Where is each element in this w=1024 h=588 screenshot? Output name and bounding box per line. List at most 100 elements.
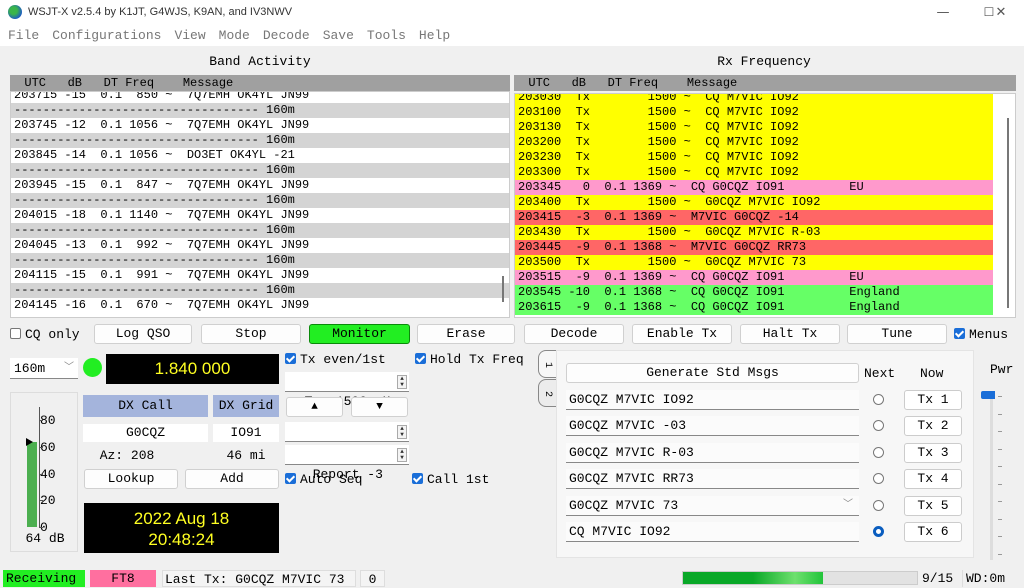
band-separator-row[interactable]: ---------------------------------- 160m bbox=[11, 283, 509, 298]
rx-frequency-row[interactable]: 203445 -9 0.1 1368 ~ M7VIC G0CQZ RR73 bbox=[515, 240, 993, 255]
tab-1[interactable]: 1 bbox=[538, 350, 556, 378]
rx-frequency-scrollbar[interactable] bbox=[1007, 118, 1009, 308]
tx6-now-button[interactable]: Tx 6 bbox=[904, 522, 962, 542]
band-select[interactable]: 160m ﹀ bbox=[10, 358, 78, 379]
rx-frequency-row[interactable]: 203230 Tx 1500 ~ CQ M7VIC IO92 bbox=[515, 150, 993, 165]
tx5-message-combobox[interactable]: G0CQZ M7VIC 73 ﹀ bbox=[566, 496, 859, 516]
band-activity-row[interactable]: 203945 -15 0.1 847 ~ 7Q7EMH OK4YL JN99 bbox=[11, 178, 509, 193]
tune-button[interactable]: Tune bbox=[847, 324, 947, 344]
meter-tick-mark bbox=[39, 500, 43, 502]
call-1st-checkbox[interactable]: Call 1st bbox=[412, 472, 489, 487]
rx-frequency-row[interactable]: 203430 Tx 1500 ~ G0CQZ M7VIC R-03 bbox=[515, 225, 993, 240]
dx-grid-input[interactable]: IO91 bbox=[213, 424, 279, 442]
spin-arrows-icon[interactable]: ▲ ▼ bbox=[397, 425, 407, 439]
tx3-message-input[interactable]: G0CQZ M7VIC R-03 bbox=[566, 443, 859, 463]
band-separator-row[interactable]: ---------------------------------- 160m bbox=[11, 163, 509, 178]
lookup-button[interactable]: Lookup bbox=[84, 469, 178, 489]
rx-frequency-row[interactable]: 203130 Tx 1500 ~ CQ M7VIC IO92 bbox=[515, 120, 993, 135]
band-activity-row[interactable]: 203845 -14 0.1 1056 ~ DO3ET OK4YL -21 bbox=[11, 148, 509, 163]
next-radio-4[interactable] bbox=[873, 473, 884, 484]
band-activity-scrollbar[interactable] bbox=[502, 276, 504, 302]
next-radio-3[interactable] bbox=[873, 447, 884, 458]
power-slider-handle[interactable] bbox=[981, 391, 995, 399]
tab-2[interactable]: 2 bbox=[538, 379, 556, 407]
add-button[interactable]: Add bbox=[185, 469, 279, 489]
tx1-message-input[interactable]: G0CQZ M7VIC IO92 bbox=[566, 390, 859, 410]
band-separator-row[interactable]: ---------------------------------- 160m bbox=[11, 103, 509, 118]
band-activity-row[interactable]: 203715 -15 0.1 850 ~ 7Q7EMH OK4YL JN99 bbox=[11, 92, 509, 103]
rx-frequency-row[interactable]: 203500 Tx 1500 ~ G0CQZ M7VIC 73 bbox=[515, 255, 993, 270]
menus-checkbox[interactable]: Menus bbox=[954, 327, 1008, 342]
rx-frequency-row[interactable]: 203200 Tx 1500 ~ CQ M7VIC IO92 bbox=[515, 135, 993, 150]
band-activity-row[interactable]: 203745 -12 0.1 1056 ~ 7Q7EMH OK4YL JN99 bbox=[11, 118, 509, 133]
band-activity-row[interactable]: 204015 -18 0.1 1140 ~ 7Q7EMH OK4YL JN99 bbox=[11, 208, 509, 223]
band-separator-row[interactable]: ---------------------------------- 160m bbox=[11, 223, 509, 238]
next-radio-5[interactable] bbox=[873, 500, 884, 511]
menu-tools[interactable]: Tools bbox=[367, 28, 406, 43]
log-qso-button[interactable]: Log QSO bbox=[94, 324, 192, 344]
erase-button[interactable]: Erase bbox=[417, 324, 515, 344]
spin-arrows-icon[interactable]: ▲ ▼ bbox=[397, 448, 407, 462]
auto-seq-checkbox[interactable]: Auto Seq bbox=[285, 472, 362, 487]
cq-only-checkbox[interactable]: CQ only bbox=[10, 327, 80, 342]
report-spinbox[interactable]: Report -3 ▲ ▼ bbox=[285, 445, 409, 482]
tx1-now-button[interactable]: Tx 1 bbox=[904, 390, 962, 410]
enable-tx-button[interactable]: Enable Tx bbox=[632, 324, 732, 344]
title-bar: WSJT-X v2.5.4 by K1JT, G4WJS, K9AN, and … bbox=[0, 0, 1024, 24]
tx4-message-input[interactable]: G0CQZ M7VIC RR73 bbox=[566, 469, 859, 489]
hold-tx-freq-checkbox[interactable]: Hold Tx Freq bbox=[415, 352, 524, 367]
band-activity-row[interactable]: 204045 -13 0.1 992 ~ 7Q7EMH OK4YL JN99 bbox=[11, 238, 509, 253]
generate-std-msgs-button[interactable]: Generate Std Msgs bbox=[566, 363, 859, 383]
rx-frequency-row[interactable]: 203400 Tx 1500 ~ G0CQZ M7VIC IO92 bbox=[515, 195, 993, 210]
rx-frequency-list[interactable]: 203030 Tx 1500 ~ CQ M7VIC IO92 203100 Tx … bbox=[514, 93, 1016, 318]
decode-button[interactable]: Decode bbox=[524, 324, 624, 344]
menu-configurations[interactable]: Configurations bbox=[52, 28, 161, 43]
menu-view[interactable]: View bbox=[174, 28, 205, 43]
spin-arrows-icon[interactable]: ▲ ▼ bbox=[397, 375, 407, 389]
rx-frequency-spinbox[interactable]: Rx 1500 Hz ▲▼ bbox=[285, 422, 409, 459]
dx-call-input[interactable]: G0CQZ bbox=[83, 424, 208, 442]
band-separator-row[interactable]: ---------------------------------- 160m bbox=[11, 193, 509, 208]
tx6-message-input[interactable]: CQ M7VIC IO92 bbox=[566, 522, 859, 542]
band-activity-list[interactable]: 203715 -15 0.1 850 ~ 7Q7EMH OK4YL JN99 --… bbox=[10, 91, 510, 318]
tx3-now-button[interactable]: Tx 3 bbox=[904, 443, 962, 463]
rx-frequency-row[interactable]: 203515 -9 0.1 1369 ~ CQ G0CQZ IO91 EU bbox=[515, 270, 993, 285]
tx-freq-up-button[interactable]: ▲ bbox=[286, 397, 343, 417]
band-separator-row[interactable]: ---------------------------------- 160m bbox=[11, 133, 509, 148]
monitor-button[interactable]: Monitor bbox=[309, 324, 410, 344]
tx-freq-down-button[interactable]: ▼ bbox=[351, 397, 408, 417]
rx-frequency-row[interactable]: 203345 0 0.1 1369 ~ CQ G0CQZ IO91 EU bbox=[515, 180, 993, 195]
tx4-now-button[interactable]: Tx 4 bbox=[904, 469, 962, 489]
minimize-button[interactable]: — bbox=[920, 0, 966, 24]
menu-decode[interactable]: Decode bbox=[263, 28, 310, 43]
band-activity-row[interactable]: 204145 -16 0.1 670 ~ 7Q7EMH OK4YL JN99 bbox=[11, 298, 509, 313]
close-button[interactable]: ✕ bbox=[978, 0, 1024, 24]
rx-frequency-row[interactable]: 203415 -3 0.1 1369 ~ M7VIC G0CQZ -14 bbox=[515, 210, 993, 225]
message-text: G0CQZ M7VIC R-03 bbox=[569, 445, 694, 460]
tx-even-checkbox[interactable]: Tx even/1st bbox=[285, 352, 386, 367]
tx2-message-input[interactable]: G0CQZ M7VIC -03 bbox=[566, 416, 859, 436]
rx-frequency-row[interactable]: 203030 Tx 1500 ~ CQ M7VIC IO92 bbox=[515, 94, 993, 105]
next-radio-1[interactable] bbox=[873, 394, 884, 405]
menu-save[interactable]: Save bbox=[323, 28, 354, 43]
halt-tx-button[interactable]: Halt Tx bbox=[740, 324, 840, 344]
rx-frequency-row[interactable]: 203300 Tx 1500 ~ CQ M7VIC IO92 bbox=[515, 165, 993, 180]
tx2-now-button[interactable]: Tx 2 bbox=[904, 416, 962, 436]
rx-frequency-row[interactable]: 203615 -9 0.1 1368 ~ CQ G0CQZ IO91 Engla… bbox=[515, 300, 993, 315]
hold-tx-freq-check-icon bbox=[415, 353, 426, 364]
menu-help[interactable]: Help bbox=[419, 28, 450, 43]
menu-file[interactable]: File bbox=[8, 28, 39, 43]
power-slider-track[interactable] bbox=[990, 394, 993, 560]
band-activity-row[interactable]: 204115 -15 0.1 991 ~ 7Q7EMH OK4YL JN99 bbox=[11, 268, 509, 283]
next-radio-6[interactable] bbox=[873, 526, 884, 537]
rx-frequency-row[interactable]: 203545 -10 0.1 1368 ~ CQ G0CQZ IO91 Engl… bbox=[515, 285, 993, 300]
stop-button[interactable]: Stop bbox=[201, 324, 301, 344]
tx5-now-button[interactable]: Tx 5 bbox=[904, 496, 962, 516]
rx-frequency-row[interactable]: 203100 Tx 1500 ~ CQ M7VIC IO92 bbox=[515, 105, 993, 120]
next-radio-2[interactable] bbox=[873, 420, 884, 431]
dial-frequency-display: 1.840 000 bbox=[106, 354, 279, 384]
signal-peak-marker-icon bbox=[26, 437, 33, 446]
menu-mode[interactable]: Mode bbox=[219, 28, 250, 43]
tx-frequency-spinbox[interactable]: Tx 1500 Hz ▲▼ bbox=[285, 372, 409, 409]
band-separator-row[interactable]: ---------------------------------- 160m bbox=[11, 253, 509, 268]
